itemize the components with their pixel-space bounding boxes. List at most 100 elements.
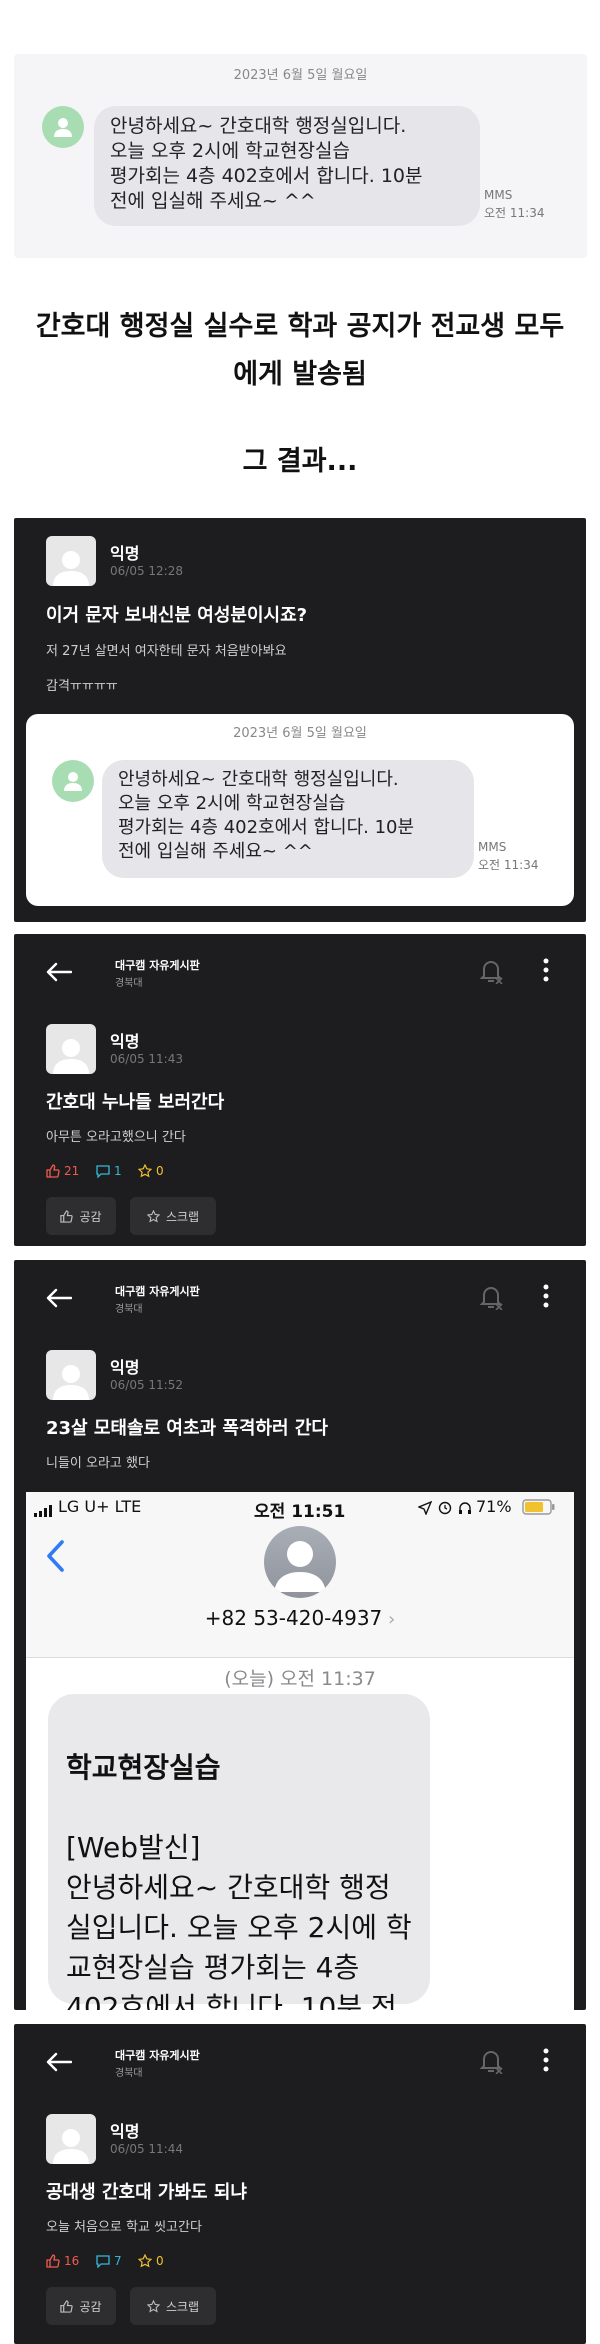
board-title: 대구캠 자유게시판	[115, 1285, 200, 1298]
signal-icon	[34, 1502, 54, 1521]
person-icon	[54, 118, 72, 137]
post-time: 06/05 11:52	[110, 1378, 183, 1392]
sms-type: MMS	[484, 188, 513, 202]
sms-type: MMS	[478, 840, 507, 854]
avatar	[46, 2114, 96, 2164]
sms-bubble: 안녕하세요~ 간호대학 행정실입니다. 오늘 오후 2시에 학교현장실습 평가회…	[102, 760, 474, 878]
person-icon	[53, 1365, 89, 1400]
post-author: 익명	[110, 1358, 140, 1377]
post-body: 저 27년 살면서 여자한테 문자 처음받아봐요	[46, 644, 287, 659]
more-options-icon[interactable]	[542, 958, 550, 986]
comment-count: 1	[96, 1164, 122, 1178]
headline-line1: 간호대 행정실 실수로 학과 공지가 전교생 모두	[35, 311, 565, 342]
post-card-1: 익명 06/05 12:28 이거 문자 보내신분 여성분이시죠? 저 27년 …	[14, 518, 586, 922]
thumbs-up-icon	[46, 2254, 60, 2268]
board-school: 경북대	[115, 2068, 143, 2079]
sender-number[interactable]: +82 53-420-4937 ›	[26, 1606, 574, 1630]
like-count: 16	[46, 2254, 79, 2268]
comment-icon	[96, 1165, 110, 1178]
thumbs-up-icon	[60, 1209, 74, 1223]
embedded-sms-card: 2023년 6월 5일 월요일 안녕하세요~ 간호대학 행정실입니다. 오늘 오…	[26, 714, 574, 906]
star-icon	[138, 1164, 152, 1178]
message-timestamp: (오늘) 오전 11:37	[224, 1668, 376, 1690]
person-icon	[64, 772, 82, 791]
person-icon	[274, 1541, 326, 1592]
headline-line2: 에게 발송됨	[233, 359, 367, 390]
avatar	[46, 1024, 96, 1074]
board-school: 경북대	[115, 978, 143, 989]
post-author: 익명	[110, 1032, 140, 1051]
post-body-2: 감격ㅠㅠㅠㅠ	[46, 679, 118, 694]
star-icon	[146, 1209, 160, 1222]
post-title: 간호대 누나들 보러간다	[46, 1092, 225, 1113]
battery-icon	[522, 1499, 556, 1519]
location-icon	[417, 1500, 433, 1519]
notification-off-icon[interactable]	[478, 1284, 504, 1314]
chevron-right-icon: ›	[382, 1609, 396, 1630]
message-header: +82 53-420-4937 ›	[26, 1522, 574, 1658]
thumbs-up-icon	[60, 2299, 74, 2313]
ios-message-screenshot: LG U+ LTE 오전 11:51 71% +82 53-420-4937 ›…	[26, 1492, 574, 2010]
notification-off-icon[interactable]	[478, 958, 504, 988]
alarm-icon	[438, 1500, 452, 1519]
post-card-4: 대구캠 자유게시판 경북대 익명 06/05 11:44 공대생 간호대 가봐도…	[14, 2024, 586, 2344]
message-title: 학교현장실습	[66, 1751, 221, 1784]
thumbs-up-icon	[46, 1164, 60, 1178]
comment-count: 7	[96, 2254, 122, 2268]
post-author: 익명	[110, 544, 140, 563]
headphones-icon	[458, 1500, 472, 1519]
post-title: 공대생 간호대 가봐도 되냐	[46, 2182, 247, 2203]
post-card-2: 대구캠 자유게시판 경북대 익명 06/05 11:43 간호대 누나들 보러간…	[14, 934, 586, 1246]
avatar	[52, 760, 94, 802]
back-arrow-icon[interactable]	[46, 1288, 73, 1312]
avatar	[46, 1350, 96, 1400]
post-time: 06/05 11:43	[110, 1052, 183, 1066]
status-bar: LG U+ LTE 오전 11:51 71%	[26, 1492, 574, 1522]
message-body: [Web발신] 안녕하세요~ 간호대학 행정 실입니다. 오늘 오후 2시에 학…	[66, 1831, 412, 2010]
back-arrow-icon[interactable]	[46, 2052, 73, 2076]
board-title: 대구캠 자유게시판	[115, 2049, 200, 2062]
scrap-button[interactable]: 스크랩	[130, 1197, 216, 1235]
more-options-icon[interactable]	[542, 2048, 550, 2076]
post-body: 니들이 오라고 했다	[46, 1456, 150, 1471]
scrap-button[interactable]: 스크랩	[130, 2287, 216, 2325]
board-school: 경북대	[115, 1304, 143, 1315]
person-icon	[53, 2129, 89, 2164]
notification-off-icon[interactable]	[478, 2048, 504, 2078]
post-body: 아무튼 오라고했으니 간다	[46, 1130, 186, 1145]
post-time: 06/05 11:44	[110, 2142, 183, 2156]
star-icon	[146, 2299, 160, 2312]
sms-bubble: 안녕하세요~ 간호대학 행정실입니다. 오늘 오후 2시에 학교현장실습 평가회…	[94, 106, 480, 226]
comment-icon	[96, 2255, 110, 2268]
post-body: 오늘 처음으로 학교 씻고간다	[46, 2220, 202, 2235]
scrap-count: 0	[138, 1164, 164, 1178]
avatar	[42, 106, 84, 148]
person-icon	[53, 1039, 89, 1074]
post-time: 06/05 12:28	[110, 564, 183, 578]
top-sms-card: 2023년 6월 5일 월요일 안녕하세요~ 간호대학 행정실입니다. 오늘 오…	[14, 54, 587, 258]
carrier: LG U+ LTE	[58, 1497, 142, 1516]
sms-time: 오전 11:34	[478, 858, 539, 872]
post-title: 이거 문자 보내신분 여성분이시죠?	[46, 605, 308, 626]
post-card-3: 대구캠 자유게시판 경북대 익명 06/05 11:52 23살 모태솔로 여초…	[14, 1260, 586, 2010]
back-arrow-icon[interactable]	[46, 962, 73, 986]
scrap-count: 0	[138, 2254, 164, 2268]
like-button[interactable]: 공감	[46, 1197, 116, 1235]
sms-date: 2023년 6월 5일 월요일	[233, 68, 368, 83]
contact-avatar	[264, 1526, 336, 1598]
message-bubble: 학교현장실습 [Web발신] 안녕하세요~ 간호대학 행정 실입니다. 오늘 오…	[48, 1694, 430, 2010]
person-icon	[53, 551, 89, 586]
star-icon	[138, 2254, 152, 2268]
battery-percent: 71%	[476, 1497, 512, 1516]
board-title: 대구캠 자유게시판	[115, 959, 200, 972]
like-button[interactable]: 공감	[46, 2287, 116, 2325]
more-options-icon[interactable]	[542, 1284, 550, 1312]
sms-date: 2023년 6월 5일 월요일	[233, 726, 367, 741]
back-chevron-icon[interactable]	[46, 1540, 64, 1576]
avatar	[46, 536, 96, 586]
post-author: 익명	[110, 2122, 140, 2141]
result-text: 그 결과...	[242, 446, 358, 477]
like-count: 21	[46, 1164, 79, 1178]
post-title: 23살 모태솔로 여초과 폭격하러 간다	[46, 1418, 328, 1439]
sms-time: 오전 11:34	[484, 206, 545, 220]
